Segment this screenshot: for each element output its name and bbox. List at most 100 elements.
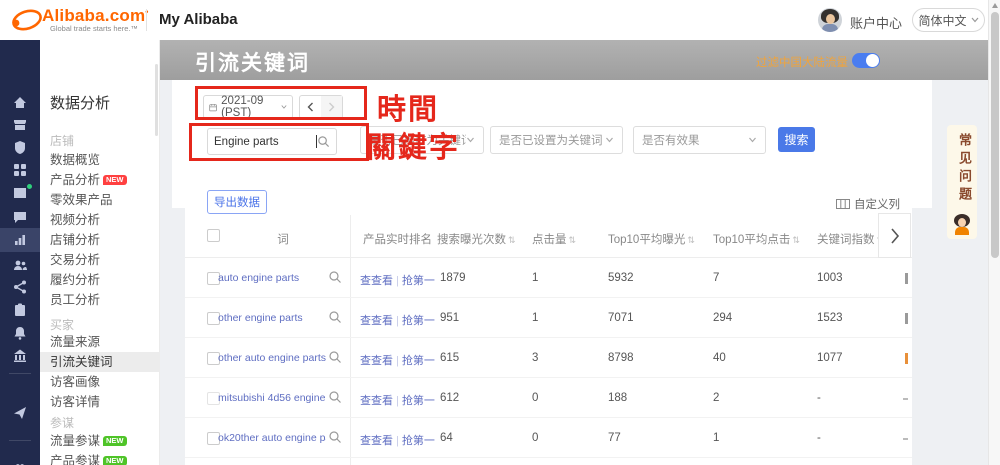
grab-first-link[interactable]: 抢第一 <box>402 275 435 287</box>
top10-clicks-value: 1 <box>713 432 720 444</box>
keyword-index-value: - <box>817 392 821 404</box>
sidebar-item-visitor-details[interactable]: 访客详情 <box>40 392 160 412</box>
sidebar-item-shop-analysis[interactable]: 店铺分析 <box>40 230 160 250</box>
sidebar-item-product-advisor[interactable]: 产品参谋 NEW <box>40 451 160 465</box>
faq-widget[interactable]: 常见问题 <box>947 125 977 239</box>
view-rank-link[interactable]: 查查看 <box>360 315 393 327</box>
search-button[interactable]: 搜索 <box>778 127 815 152</box>
grab-first-link[interactable]: 抢第一 <box>402 355 435 367</box>
keyword-index-value: - <box>817 432 821 444</box>
apps-grid-icon[interactable] <box>12 162 28 178</box>
customer-service-avatar[interactable] <box>951 213 973 235</box>
view-rank-link[interactable]: 查查看 <box>360 355 393 367</box>
scrollbar-thumb[interactable] <box>991 12 999 258</box>
keyword-link[interactable]: auto engine parts <box>218 272 299 284</box>
storefront-icon[interactable] <box>12 117 28 133</box>
keyword-lookup-icon[interactable] <box>328 390 342 404</box>
keyword-lookup-icon[interactable] <box>328 350 342 364</box>
keyword-lookup-icon[interactable] <box>328 270 342 284</box>
clipped-cell-fragment <box>905 353 908 364</box>
bar-chart-icon[interactable] <box>12 232 28 248</box>
sidebar-scrollbar-thumb[interactable] <box>155 64 158 136</box>
sidebar: 数据分析 店铺 数据概览 产品分析 NEW 零效果产品 视频分析 店铺分析 交易分… <box>40 40 160 465</box>
chat-icon[interactable] <box>12 209 28 225</box>
keyword-lookup-icon[interactable] <box>328 430 342 444</box>
icon-rail <box>0 40 40 465</box>
col-header-clicks[interactable]: 点击量 ⇅ <box>532 231 576 247</box>
col-header-impressions[interactable]: 搜索曝光次数 ⇅ <box>437 231 516 247</box>
top10-clicks-value: 294 <box>713 312 733 324</box>
col-header-top10-clicks[interactable]: Top10平均点击 ⇅ <box>713 231 800 247</box>
sidebar-item-traffic-advisor[interactable]: 流量参谋 NEW <box>40 431 160 451</box>
clipboard-icon[interactable] <box>12 302 28 318</box>
impressions-value: 1879 <box>440 272 466 284</box>
keyword-lookup-icon[interactable] <box>328 310 342 324</box>
keyword-link[interactable]: ok20ther auto engine parts <box>218 432 326 444</box>
col-header-keyword-index[interactable]: 关键词指数⇅ <box>817 231 884 247</box>
sidebar-item-data-overview[interactable]: 数据概览 <box>40 150 160 170</box>
keyword-set-filter-dropdown[interactable]: 是否已设置为关键词 <box>490 126 623 154</box>
keyword-link[interactable]: other engine parts <box>218 312 303 324</box>
top10-impressions-value: 8798 <box>608 352 634 364</box>
scrollbar-up-arrow[interactable] <box>992 3 998 8</box>
sidebar-item-zero-effect-products[interactable]: 零效果产品 <box>40 190 160 210</box>
scroll-columns-right-button[interactable] <box>878 213 911 258</box>
faq-label: 常见问题 <box>957 133 972 205</box>
impressions-value: 615 <box>440 352 460 364</box>
customize-columns-button[interactable]: 自定义列 <box>836 196 900 212</box>
section-label-advisor: 参谋 <box>50 416 75 430</box>
user-avatar[interactable] <box>818 8 842 32</box>
my-alibaba-title[interactable]: My Alibaba <box>159 11 238 28</box>
col-header-realtime-rank[interactable]: 产品实时排名 <box>363 231 432 247</box>
view-rank-link[interactable]: 查查看 <box>360 275 393 287</box>
page-banner: 引流关键词 过滤中国大陆流量 <box>160 40 988 80</box>
sidebar-item-traffic-source[interactable]: 流量来源 <box>40 332 160 352</box>
shield-icon[interactable] <box>12 140 28 156</box>
sort-icon[interactable]: ⇅ <box>508 235 516 245</box>
share-nodes-icon[interactable] <box>12 279 28 295</box>
alibaba-logo[interactable]: Alibaba.com• <box>42 6 149 26</box>
sidebar-item-product-analysis[interactable]: 产品分析 NEW <box>40 170 160 190</box>
bell-icon[interactable] <box>12 325 28 341</box>
annotation-box-keyword <box>189 123 369 161</box>
heart-icon[interactable] <box>12 460 28 465</box>
sort-icon[interactable]: ⇅ <box>792 235 800 245</box>
language-selector[interactable]: 简体中文 <box>912 8 985 32</box>
keyword-link[interactable]: mitsubishi 4d56 engine parts <box>218 392 326 404</box>
account-center-link[interactable]: 账户中心 <box>850 13 902 32</box>
sidebar-item-trade-analysis[interactable]: 交易分析 <box>40 250 160 270</box>
view-rank-link[interactable]: 查查看 <box>360 395 393 407</box>
keyword-link[interactable]: other auto engine parts <box>218 352 326 364</box>
sidebar-item-staff-analysis[interactable]: 员工分析 <box>40 290 160 310</box>
rail-divider <box>9 440 31 441</box>
export-data-button[interactable]: 导出数据 <box>207 190 267 214</box>
grab-first-link[interactable]: 抢第一 <box>402 395 435 407</box>
sidebar-item-visitor-profile[interactable]: 访客画像 <box>40 372 160 392</box>
grab-first-link[interactable]: 抢第一 <box>402 435 435 447</box>
table-header: 词 产品实时排名 搜索曝光次数 ⇅ 点击量 ⇅ Top10平均曝光 ⇅ Top10平均… <box>185 215 912 258</box>
sidebar-item-fulfillment-analysis[interactable]: 履约分析 <box>40 270 160 290</box>
clicks-value: 1 <box>532 272 539 284</box>
sort-icon[interactable]: ⇅ <box>687 235 695 245</box>
col-header-word[interactable]: 词 <box>218 231 348 247</box>
col-header-top10-impressions[interactable]: Top10平均曝光 ⇅ <box>608 231 695 247</box>
keyword-index-value: 1003 <box>817 272 843 284</box>
effect-filter-dropdown[interactable]: 是否有效果 <box>633 126 766 154</box>
filter-china-toggle[interactable] <box>852 53 880 68</box>
bank-icon[interactable] <box>12 348 28 364</box>
keyword-index-value: 1523 <box>817 312 843 324</box>
impressions-value: 64 <box>440 432 453 444</box>
keyword-index-value: 1077 <box>817 352 843 364</box>
clicks-value: 0 <box>532 432 539 444</box>
sidebar-item-traffic-keywords[interactable]: 引流关键词 <box>40 352 160 372</box>
sidebar-item-video-analysis[interactable]: 视频分析 <box>40 210 160 230</box>
page-scrollbar[interactable] <box>988 0 1000 465</box>
language-label: 简体中文 <box>918 13 967 28</box>
users-icon[interactable] <box>12 257 28 273</box>
send-icon[interactable] <box>12 405 28 421</box>
grab-first-link[interactable]: 抢第一 <box>402 315 435 327</box>
sort-icon[interactable]: ⇅ <box>569 235 577 245</box>
home-icon[interactable] <box>12 95 28 111</box>
top10-clicks-value: 7 <box>713 272 720 284</box>
view-rank-link[interactable]: 查查看 <box>360 435 393 447</box>
